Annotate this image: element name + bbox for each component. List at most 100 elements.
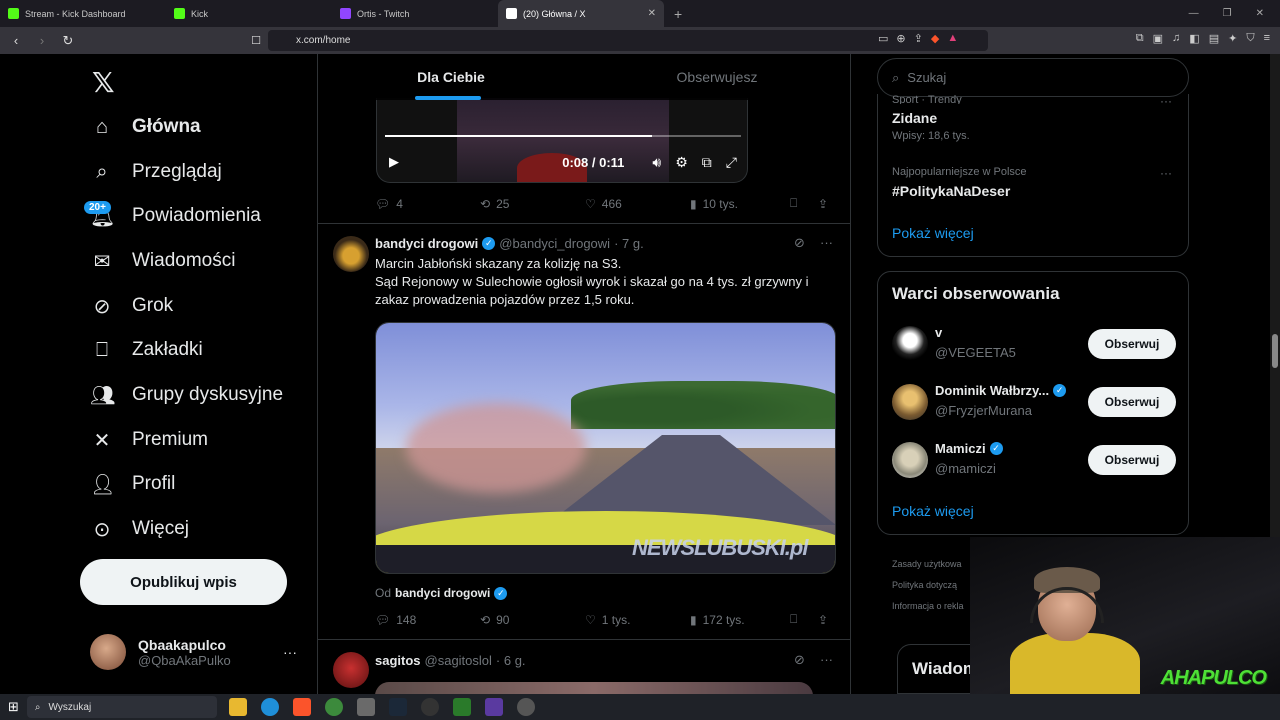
settings-icon[interactable]: ⚙ [675, 154, 688, 171]
wallet-icon[interactable]: ▤ [1209, 32, 1219, 45]
nav-item-home[interactable]: ⌂ Główna [90, 105, 201, 149]
browser-tab-kick[interactable]: Kick [166, 0, 332, 27]
account-more-icon[interactable]: ··· [283, 644, 297, 660]
bookmark-button[interactable]: ⎕ [790, 612, 818, 627]
follow-button[interactable]: Obserwuj [1088, 445, 1176, 475]
author-handle[interactable]: @bandyci_drogowi [499, 236, 610, 251]
bookmark-page-icon[interactable]: ☐ [248, 34, 264, 47]
footer-link[interactable]: Polityka dotyczą [892, 575, 964, 596]
leo-icon[interactable]: ✦ [1228, 32, 1237, 45]
grok-icon[interactable]: ⊘ [794, 235, 805, 251]
reload-icon[interactable]: ↻ [60, 33, 76, 49]
nav-item-notifications[interactable]: 🔔︎ Powiadomienia [90, 194, 261, 238]
tweet-media-video[interactable]: NEWSLUBUSKI.pl [375, 322, 836, 574]
more-options-icon[interactable]: ··· [820, 652, 833, 667]
tab-following[interactable]: Obserwujesz [584, 54, 850, 100]
author-handle[interactable]: @sagitoslol [425, 653, 492, 668]
share-button[interactable]: ⇪ [818, 197, 828, 211]
forward-icon[interactable]: › [34, 33, 50, 48]
bookmark-button[interactable]: ⎕ [790, 196, 818, 211]
follow-button[interactable]: Obserwuj [1088, 329, 1176, 359]
nav-item-communities[interactable]: 👥︎ Grupy dyskusyjne [90, 373, 283, 417]
obs-icon[interactable] [420, 698, 439, 716]
edge-icon[interactable] [260, 698, 279, 716]
nav-item-messages[interactable]: ✉ Wiadomości [90, 239, 236, 283]
restore-icon[interactable]: ❐ [1223, 8, 1232, 19]
reader-icon[interactable]: ▭ [878, 32, 888, 45]
repost-button[interactable]: ⟲ 25 [480, 197, 585, 211]
trend-name[interactable]: #PolitykaNaDeser [892, 183, 1010, 199]
close-tab-icon[interactable]: ✕ [648, 8, 656, 19]
avatar[interactable] [333, 652, 369, 688]
like-button[interactable]: ♡ 466 [585, 197, 690, 211]
screenshot-icon[interactable]: ▣ [1153, 32, 1163, 45]
browser-tab-x[interactable]: (20) Główna / X ✕ [498, 0, 664, 27]
nav-item-grok[interactable]: ⊘ Grok [90, 284, 174, 328]
grok-icon[interactable]: ⊘ [794, 652, 805, 668]
post-button[interactable]: Opublikuj wpis [80, 559, 287, 605]
video-player[interactable]: ▶ 0:08 / 0:11 🔊︎ ⚙ ⧉ ⤢ [376, 98, 748, 183]
menu-icon[interactable]: ≡ [1264, 32, 1270, 45]
trend-more-icon[interactable]: ··· [1160, 94, 1172, 108]
zoom-icon[interactable]: ⊕ [896, 32, 905, 45]
follow-suggestion[interactable]: Dominik Wałbrzy... ✓ @FryzjerMurana Obser… [892, 380, 1176, 424]
from-name[interactable]: bandyci drogowi [395, 586, 490, 600]
scrollbar-thumb[interactable] [1272, 334, 1278, 368]
play-icon[interactable]: ▶ [389, 154, 399, 170]
author-name[interactable]: sagitos [375, 653, 421, 668]
fullscreen-icon[interactable]: ⤢ [726, 154, 737, 171]
author-name[interactable]: bandyci drogowi [375, 236, 478, 251]
windows-start-icon[interactable]: ⊞ [8, 699, 19, 715]
media-icon[interactable]: ♫ [1172, 32, 1180, 45]
settings-app-icon[interactable] [516, 698, 535, 716]
trend-more-icon[interactable]: ··· [1160, 166, 1172, 180]
follow-suggestion[interactable]: v @VEGEETA5 Obserwuj [892, 322, 1176, 366]
sidebar-toggle-icon[interactable]: ◧ [1189, 32, 1199, 45]
follow-button[interactable]: Obserwuj [1088, 387, 1176, 417]
browser-tab-twitch[interactable]: Ortis - Twitch [332, 0, 498, 27]
volume-icon[interactable]: 🔊︎ [652, 154, 661, 171]
minimize-icon[interactable]: — [1189, 8, 1199, 19]
views-button[interactable]: ▮ 172 tys. [690, 613, 790, 627]
avatar[interactable] [333, 236, 369, 272]
account-switcher[interactable]: Qbaakapulco @QbaAkaPulko [90, 634, 231, 670]
tab-for-you[interactable]: Dla Ciebie [318, 54, 584, 100]
brave-shield-icon[interactable]: ◆ [931, 32, 939, 45]
follow-show-more[interactable]: Pokaż więcej [892, 503, 974, 519]
nav-item-profile[interactable]: 👤︎ Profil [90, 462, 175, 506]
nav-item-explore[interactable]: ⌕ Przeglądaj [90, 150, 221, 194]
footer-link[interactable]: Zasady użytkowa [892, 554, 964, 575]
extensions-icon[interactable]: ⧉ [1136, 32, 1144, 45]
trend-name[interactable]: Zidane [892, 110, 937, 126]
tweet-time[interactable]: · 7 g. [614, 236, 644, 251]
views-button[interactable]: ▮ 10 tys. [690, 197, 790, 211]
follow-suggestion[interactable]: Mamiczi ✓ @mamiczi Obserwuj [892, 438, 1176, 482]
tweet-time[interactable]: · 6 g. [496, 653, 526, 668]
kick-app-icon[interactable] [484, 698, 503, 716]
brave-icon[interactable] [292, 698, 311, 716]
search-box[interactable]: ⌕ Szukaj [877, 58, 1189, 97]
nav-item-more[interactable]: ⊙ Więcej [90, 507, 189, 551]
file-explorer-icon[interactable] [228, 698, 247, 716]
tweet-media[interactable] [375, 682, 813, 694]
reply-button[interactable]: 💬︎ 4 [375, 197, 480, 211]
nav-item-bookmarks[interactable]: ⎕ Zakładki [90, 328, 203, 372]
pip-icon[interactable]: ⧉ [702, 154, 712, 171]
close-window-icon[interactable]: ✕ [1256, 8, 1264, 19]
trends-show-more[interactable]: Pokaż więcej [892, 225, 974, 241]
taskbar-search[interactable]: ⌕ Wyszukaj [26, 696, 217, 718]
share-icon[interactable]: ⇪ [914, 32, 923, 45]
steam-icon[interactable] [388, 698, 407, 716]
footer-link[interactable]: Informacja o rekla [892, 596, 964, 617]
reply-button[interactable]: 💬︎ 148 [375, 613, 480, 627]
repost-button[interactable]: ⟲ 90 [480, 613, 585, 627]
more-options-icon[interactable]: ··· [820, 235, 833, 250]
back-icon[interactable]: ‹ [8, 33, 24, 48]
video-progress-bar[interactable] [385, 135, 741, 137]
play-app-icon[interactable] [452, 698, 471, 716]
rewards-icon[interactable]: ▲ [947, 32, 958, 45]
share-button[interactable]: ⇪ [818, 613, 828, 627]
vpn-icon[interactable]: ⛉ [1246, 32, 1254, 45]
new-tab-icon[interactable]: + [674, 6, 682, 22]
chrome-icon[interactable] [324, 698, 343, 716]
